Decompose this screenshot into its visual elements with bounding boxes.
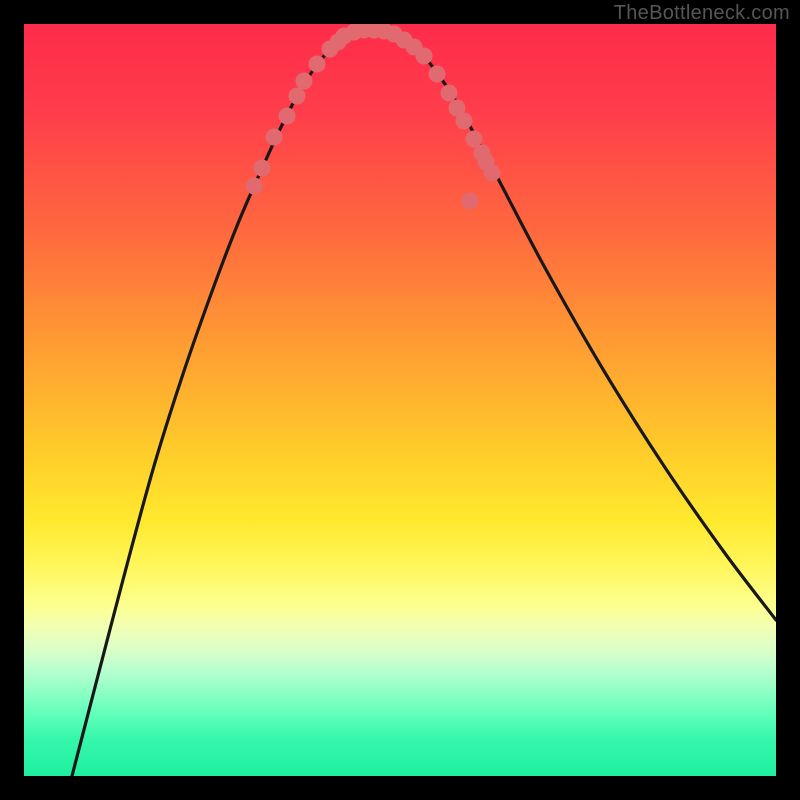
marker-layer (246, 24, 501, 210)
curve-marker (279, 108, 296, 125)
watermark-text: TheBottleneck.com (614, 2, 790, 25)
chart-stage: TheBottleneck.com (0, 0, 800, 800)
curve-marker (484, 165, 501, 182)
curve-marker (296, 73, 313, 90)
curve-marker (416, 48, 433, 65)
curve-marker (289, 88, 306, 105)
curve-marker (456, 113, 473, 130)
curve-marker (429, 66, 446, 83)
curve-marker (266, 129, 283, 146)
curve-marker (246, 178, 263, 195)
curve-marker (441, 85, 458, 102)
plot-area (24, 24, 776, 776)
curve-marker (254, 160, 271, 177)
curve-marker (462, 193, 479, 210)
bottleneck-curve (72, 29, 776, 776)
chart-svg (24, 24, 776, 776)
curve-marker (309, 56, 326, 73)
